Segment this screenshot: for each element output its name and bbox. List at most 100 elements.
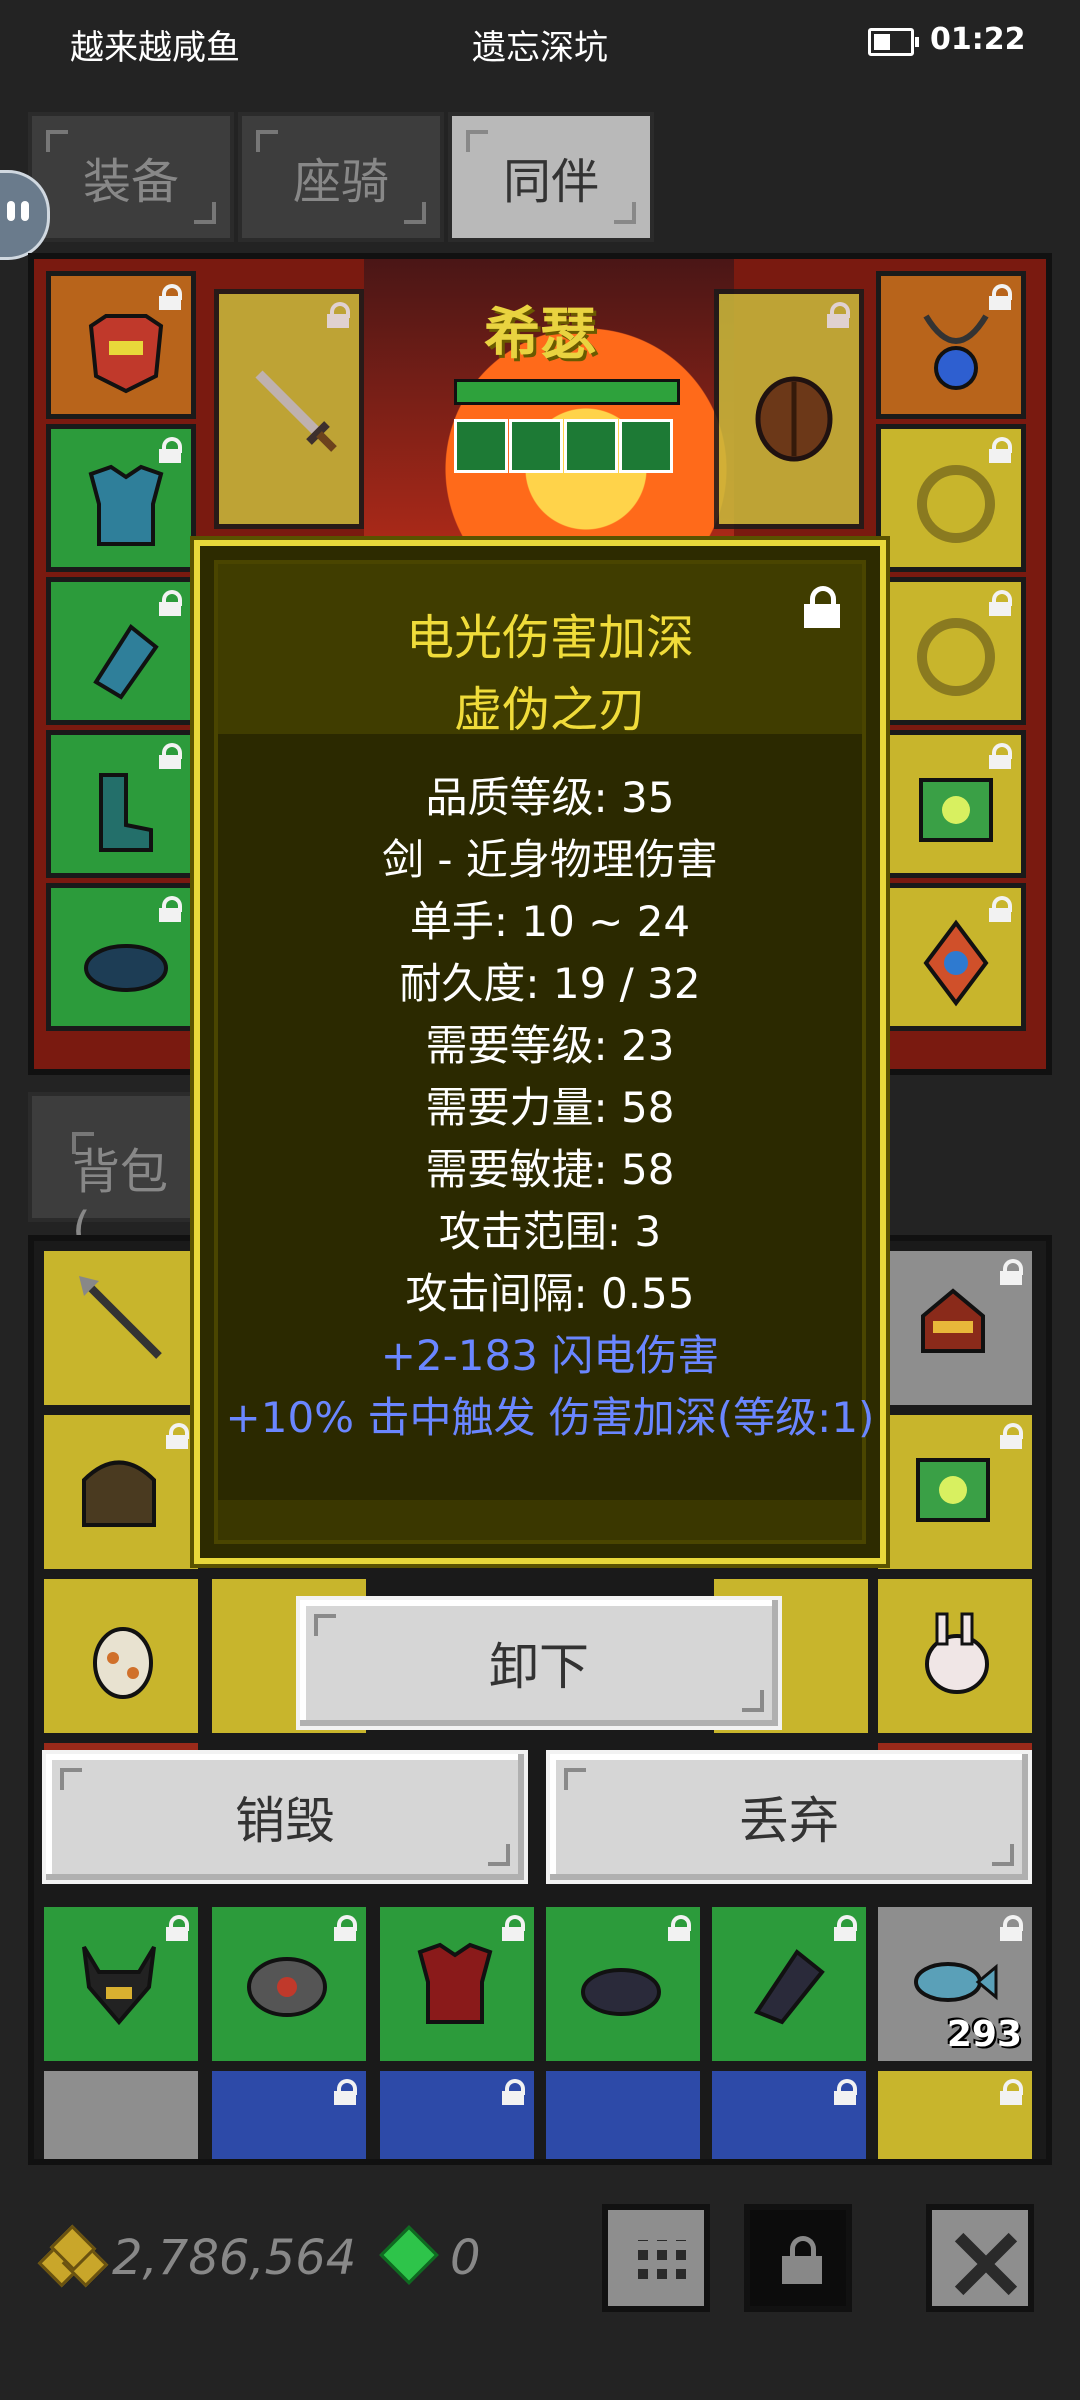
inventory-slot[interactable] [40,2067,202,2159]
gold-icon [37,2224,109,2288]
item-stat-line: 耐久度: 19 / 32 [399,959,701,1008]
crown-helm-icon [921,1288,985,1353]
equip-slot-chest[interactable] [46,424,196,572]
equip-slot-ring-2[interactable] [876,577,1026,725]
gem-amount: 0 [450,2230,481,2286]
equip-slot-charm[interactable] [876,883,1026,1031]
inventory-slot[interactable] [874,1411,1036,1573]
inventory-slot[interactable] [542,2067,704,2159]
equip-slot-belt[interactable] [46,883,196,1031]
destroy-button[interactable]: 销毁 [42,1750,528,1884]
unequip-button[interactable]: 卸下 [296,1596,782,1730]
item-bonus-line: +2-183 闪电伤害 [380,1331,720,1380]
glove-icon [753,1949,825,2025]
spear-icon [79,1276,162,1359]
inventory-slot[interactable] [376,1903,538,2065]
equip-slot-head[interactable] [46,271,196,419]
lock-icon [1000,1915,1023,1941]
gem-icon [380,2230,436,2280]
tab-backpack[interactable]: 背包 ( [28,1092,198,1258]
inventory-slot[interactable] [208,1903,370,2065]
equip-slot-arms[interactable] [46,577,196,725]
lock-icon [166,1423,189,1449]
equip-slot-main-hand[interactable] [214,289,364,529]
item-stat-line: 剑 - 近身物理伤害 [382,835,718,884]
visor-helm-icon [247,1957,327,2017]
inventory-slot[interactable] [208,2067,370,2159]
lock-icon [1000,1259,1023,1285]
boots-icon [99,773,153,852]
shield-icon [755,376,833,462]
equip-slot-ring-1[interactable] [876,424,1026,572]
close-button[interactable] [926,2204,1034,2312]
belt-icon [84,944,168,992]
lock-icon [668,1915,691,1941]
lock-icon [834,2079,857,2105]
tab-companion[interactable]: 同伴 [448,112,654,242]
inventory-slot[interactable]: 293 [874,1903,1036,2065]
inventory-slot[interactable] [40,1903,202,2065]
equip-slot-book[interactable] [876,730,1026,878]
red-armor-icon [417,1942,493,2024]
close-icon [952,2230,1020,2298]
lock-icon [334,2079,357,2105]
tab-equipment[interactable]: 装备 [28,112,234,242]
item-stat-line: 攻击间隔: 0.55 [405,1269,695,1318]
item-stat-line: 攻击范围: 3 [438,1207,662,1256]
inventory-slot[interactable] [874,1247,1036,1409]
inventory-slot[interactable] [708,1903,870,2065]
equip-slot-neck[interactable] [876,271,1026,419]
equip-slot-legs[interactable] [46,730,196,878]
item-stat-line: 需要敏捷: 58 [425,1145,675,1194]
egg-icon [93,1627,153,1699]
status-bar: 越来越咸鱼 遗忘深坑 01:22 [0,0,1080,90]
lock-icon [502,1915,525,1941]
inventory-slot[interactable] [40,1411,202,1573]
rabbit-icon [925,1612,989,1694]
button-label: 卸下 [489,1638,589,1696]
lock-toggle-button[interactable] [744,2204,852,2312]
charm-icon [923,919,989,1007]
tab-label: 同伴 [502,154,599,210]
inventory-slot[interactable] [40,1247,202,1409]
item-stat-line: 需要力量: 58 [425,1083,675,1132]
item-stat-line: 品质等级: 35 [425,773,675,822]
item-bonus-line: +10% 击中触发 伤害加深(等级:1) [225,1393,875,1442]
buff-icon [619,419,673,473]
item-affix-name: 电光伤害加深 [405,610,694,666]
lock-icon [1000,2079,1023,2105]
sort-grid-button[interactable] [602,2204,710,2312]
buff-icon [509,419,563,473]
horned-helm-icon [82,1945,156,2026]
health-bar [454,379,680,405]
ring-icon [917,618,995,696]
sword-icon [255,370,337,452]
lock-icon [1000,1423,1023,1449]
amulet-icon [923,314,989,390]
inventory-slot[interactable] [874,1575,1036,1737]
tab-mount[interactable]: 座骑 [238,112,444,242]
inventory-slot[interactable] [40,1575,202,1737]
item-name: 虚伪之刃 [453,682,646,738]
gold-amount: 2,786,564 [112,2230,357,2286]
ring-icon [917,465,995,543]
lock-icon [334,1915,357,1941]
equip-slot-off-hand[interactable] [714,289,864,529]
inventory-slot[interactable] [542,1903,704,2065]
inventory-slot[interactable] [874,2067,1036,2159]
item-stat-line: 需要等级: 23 [425,1021,675,1070]
discard-button[interactable]: 丢弃 [546,1750,1032,1884]
lock-icon [502,2079,525,2105]
inventory-slot[interactable] [376,2067,538,2159]
buff-icon [564,419,618,473]
inventory-slot[interactable] [708,2067,870,2159]
leather-helm-icon [82,1460,156,1527]
spellbook-icon [919,778,993,842]
gauntlet-icon [93,624,159,700]
tab-label: 座骑 [292,154,389,210]
battery-icon [868,28,919,56]
lock-icon [782,2236,822,2284]
tab-label: 装备 [82,154,179,210]
dark-boots-icon [581,1968,661,2016]
button-label: 丢弃 [739,1792,839,1850]
